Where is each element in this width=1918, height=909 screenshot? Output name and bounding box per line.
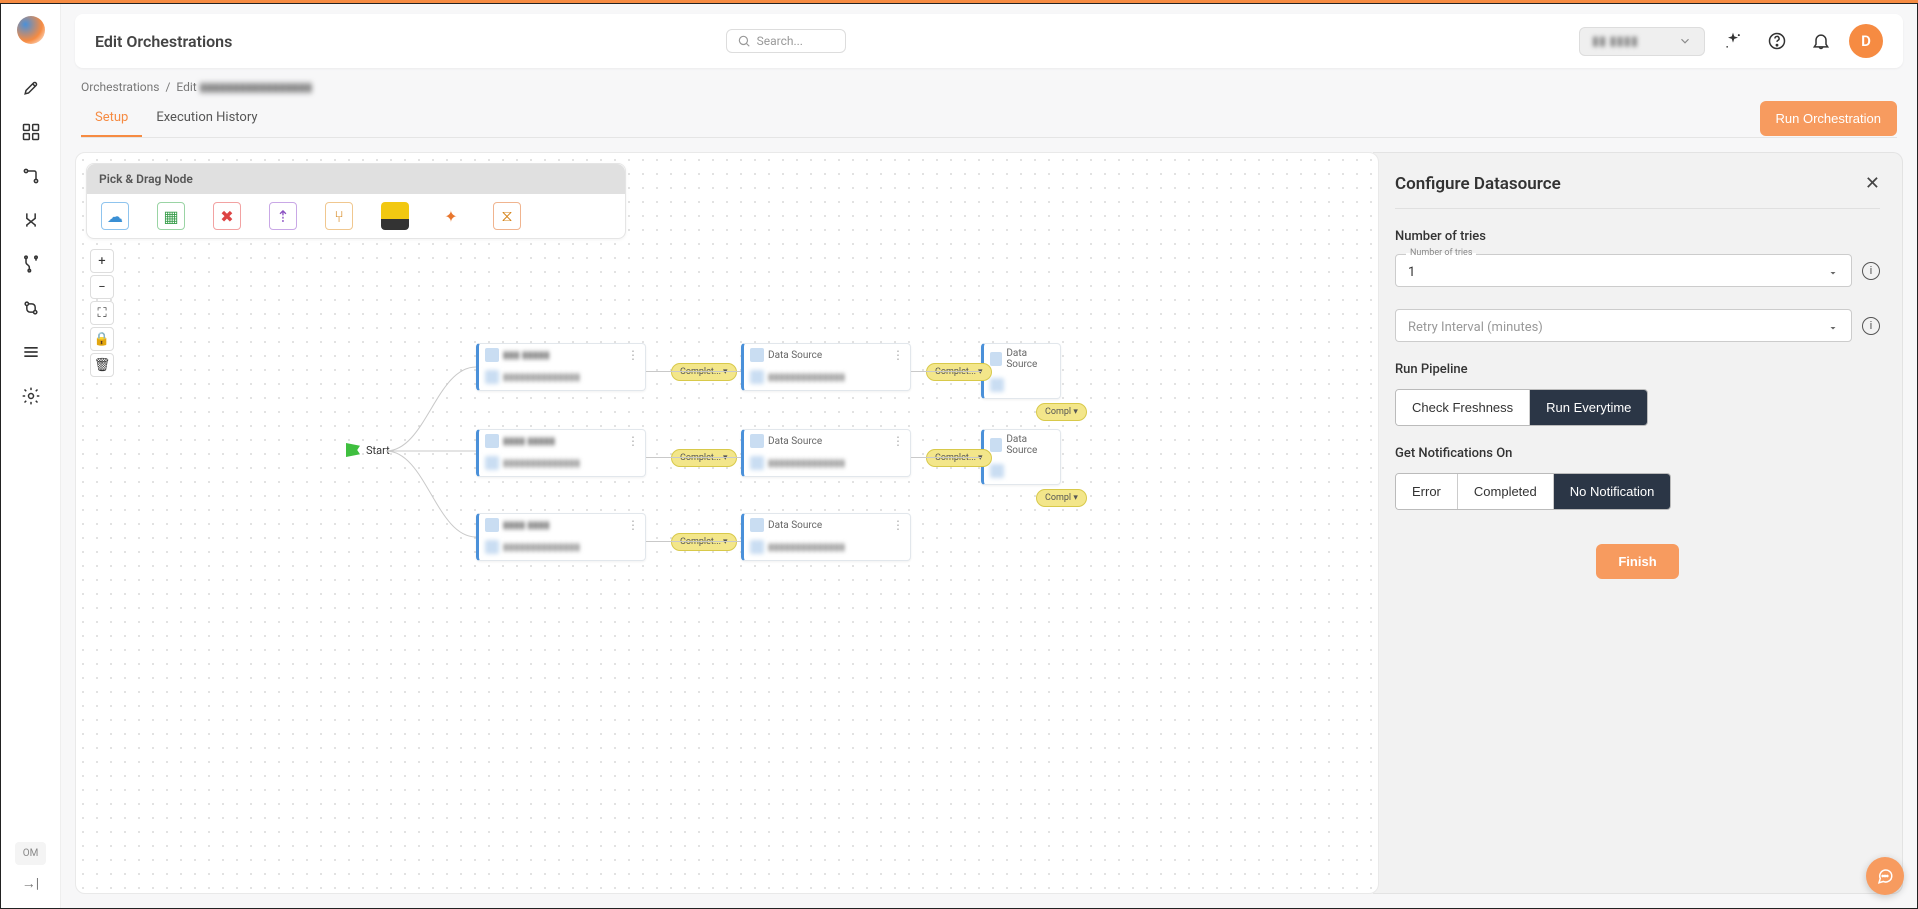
fit-screen-button[interactable]: ⛶ [90,301,114,325]
node-menu-icon[interactable]: ⋮ [627,349,639,361]
bell-icon[interactable] [1805,25,1837,57]
start-node[interactable]: Start [346,443,390,457]
palette-timer-icon[interactable]: ⧖ [493,202,521,230]
tries-select[interactable]: Number of tries 1 [1395,254,1852,287]
run-pipeline-label: Run Pipeline [1395,362,1880,377]
edge-status-pill[interactable]: Complet... ▾ [671,363,737,381]
avatar[interactable]: D [1849,24,1883,58]
app-logo[interactable] [17,16,45,44]
nav-settings-icon[interactable] [11,376,51,416]
notify-none-button[interactable]: No Notification [1554,474,1671,509]
flow-node[interactable]: ▮▮▮▮ ▮▮▮▮⋮ ▮▮▮▮▮▮▮▮▮▮▮▮▮▮ [476,513,646,561]
search-icon [737,34,751,48]
help-icon[interactable] [1761,25,1793,57]
caret-down-icon [1827,322,1839,334]
tab-history[interactable]: Execution History [142,100,271,137]
caret-down-icon [1827,267,1839,279]
retry-interval-select[interactable]: Retry Interval (minutes) [1395,309,1852,342]
nav-list-icon[interactable] [11,332,51,372]
edge-curve [386,353,481,553]
flow-node[interactable]: Data Source⋮ ▮▮▮▮▮▮▮▮▮▮▮▮▮▮ [741,513,911,561]
flow-node[interactable]: Data Source⋮ ▮▮▮▮▮▮▮▮▮▮▮▮▮▮ [741,429,911,477]
zoom-out-button[interactable]: − [90,275,114,299]
edge-status-pill[interactable]: Compl ▾ [1036,403,1087,421]
notify-completed-button[interactable]: Completed [1458,474,1554,509]
palette-close-icon[interactable]: ✖ [213,202,241,230]
notify-toggle: Error Completed No Notification [1395,473,1671,510]
page-title: Edit Orchestrations [95,32,232,51]
flow-canvas[interactable]: Pick & Drag Node ☁ ▦ ✖ ⇡ ⑂ ✦ ⧖ + − [75,152,1379,894]
edge-status-pill[interactable]: Complet... ▾ [926,449,992,467]
edge-status-pill[interactable]: Complet... ▾ [671,533,737,551]
palette-tableau-icon[interactable]: ✦ [437,202,465,230]
edge-status-pill[interactable]: Compl ▾ [1036,489,1087,507]
run-everytime-button[interactable]: Run Everytime [1530,390,1647,425]
palette-upload-icon[interactable]: ⇡ [269,202,297,230]
palette-sql-icon[interactable]: ▦ [157,202,185,230]
breadcrumb: Orchestrations / Edit ▮▮▮▮▮▮▮▮▮▮▮▮▮▮▮▮▮ [81,80,1897,94]
flag-icon [346,443,360,457]
info-icon[interactable]: i [1862,262,1880,280]
sidebar-collapse-icon[interactable]: →| [22,875,39,892]
run-freshness-button[interactable]: Check Freshness [1396,390,1530,425]
node-palette-title: Pick & Drag Node [87,164,625,194]
node-menu-icon[interactable]: ⋮ [892,519,904,531]
config-panel: Configure Datasource ✕ Number of tries N… [1373,152,1903,894]
chat-bubble-icon[interactable] [1866,857,1904,895]
header: Edit Orchestrations Search... ▮▮ ▮▮▮▮ D [75,14,1903,68]
config-title: Configure Datasource [1395,174,1561,194]
nav-flow-icon[interactable] [11,156,51,196]
notify-label: Get Notifications On [1395,446,1880,461]
nav-transform-icon[interactable] [11,200,51,240]
node-menu-icon[interactable]: ⋮ [892,435,904,447]
info-icon[interactable]: i [1862,317,1880,335]
canvas-controls: + − ⛶ 🔒 🗑 [90,249,114,377]
lock-button[interactable]: 🔒 [90,327,114,351]
zoom-in-button[interactable]: + [90,249,114,273]
nav-grid-icon[interactable] [11,112,51,152]
sparkle-icon[interactable] [1717,25,1749,57]
flow-node[interactable]: ▮▮▮ ▮▮▮▮▮⋮ ▮▮▮▮▮▮▮▮▮▮▮▮▮▮ [476,343,646,391]
flow-node[interactable]: ▮▮▮▮ ▮▮▮▮▮⋮ ▮▮▮▮▮▮▮▮▮▮▮▮▮▮ [476,429,646,477]
close-icon[interactable]: ✕ [1865,173,1880,194]
search-input[interactable]: Search... [726,29,846,53]
run-pipeline-toggle: Check Freshness Run Everytime [1395,389,1648,426]
breadcrumb-root[interactable]: Orchestrations [81,80,159,94]
sidebar: OM →| [1,4,61,908]
nav-rocket-icon[interactable] [11,68,51,108]
tries-label: Number of tries [1395,229,1880,244]
flow-node[interactable]: Data Source [981,343,1061,399]
palette-powerbi-icon[interactable] [381,202,409,230]
node-menu-icon[interactable]: ⋮ [892,349,904,361]
chevron-down-icon [1678,34,1692,48]
palette-cloud-icon[interactable]: ☁ [101,202,129,230]
flow-node[interactable]: Data Source [981,429,1061,485]
edge-status-pill[interactable]: Complet... ▾ [926,363,992,381]
palette-branch-icon[interactable]: ⑂ [325,202,353,230]
nav-branch-icon[interactable] [11,244,51,284]
breadcrumb-current: Edit ▮▮▮▮▮▮▮▮▮▮▮▮▮▮▮▮▮ [176,80,312,94]
nav-compare-icon[interactable] [11,288,51,328]
delete-button[interactable]: 🗑 [90,353,114,377]
tab-setup[interactable]: Setup [81,100,142,137]
finish-button[interactable]: Finish [1596,544,1678,579]
flow-node[interactable]: Data Source⋮ ▮▮▮▮▮▮▮▮▮▮▮▮▮▮ [741,343,911,391]
node-menu-icon[interactable]: ⋮ [627,519,639,531]
node-palette: Pick & Drag Node ☁ ▦ ✖ ⇡ ⑂ ✦ ⧖ [86,163,626,239]
edge-status-pill[interactable]: Complet... ▾ [671,449,737,467]
sidebar-om-badge[interactable]: OM [15,842,47,865]
environment-select[interactable]: ▮▮ ▮▮▮▮ [1579,27,1705,56]
node-menu-icon[interactable]: ⋮ [627,435,639,447]
notify-error-button[interactable]: Error [1396,474,1458,509]
run-orchestration-button[interactable]: Run Orchestration [1760,101,1898,136]
